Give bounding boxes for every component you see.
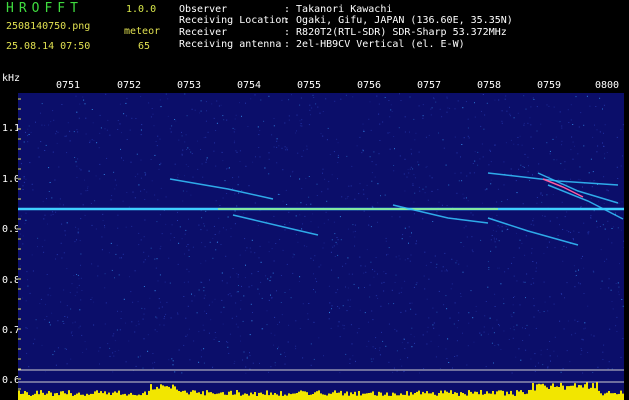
y-axis-unit: kHz <box>2 73 21 84</box>
app-version: 1.0.0 <box>126 4 157 15</box>
x-tick-label: 0759 <box>537 80 562 91</box>
receiver-value: : R820T2(RTL-SDR) SDR-Sharp 53.372MHz <box>284 27 507 38</box>
x-tick-label: 0753 <box>177 80 202 91</box>
x-tick-label: 0758 <box>477 80 502 91</box>
x-tick-label: 0754 <box>237 80 262 91</box>
signal-level-strip <box>18 382 624 400</box>
spectrogram-plot <box>18 93 624 400</box>
location-label: Receiving Location <box>179 15 288 26</box>
x-tick-label: 0752 <box>117 80 142 91</box>
receiver-label: Receiver <box>179 27 228 38</box>
y-axis-ticks <box>18 98 21 400</box>
detection-count: 65 <box>138 41 151 52</box>
x-tick-label: 0800 <box>595 80 620 91</box>
image-filename: 2508140750.png <box>6 21 91 32</box>
x-tick-label: 0757 <box>417 80 442 91</box>
x-tick-label: 0751 <box>56 80 81 91</box>
app-logo: HROFFT <box>6 1 83 16</box>
x-tick-label: 0756 <box>357 80 382 91</box>
spectrogram-canvas <box>18 93 624 400</box>
observer-label: Observer <box>179 4 228 15</box>
reference-lines <box>18 369 624 383</box>
antenna-value: : 2el-HB9CV Vertical (el. E-W) <box>284 39 465 50</box>
observation-datetime: 25.08.14 07:50 <box>6 41 91 52</box>
location-value: : Ogaki, Gifu, JAPAN (136.60E, 35.35N) <box>284 15 513 26</box>
noise-speckle <box>19 93 624 374</box>
antenna-label: Receiving antenna <box>179 39 282 50</box>
detection-type: meteor <box>124 26 161 37</box>
observer-value: : Takanori Kawachi <box>284 4 393 15</box>
x-tick-label: 0755 <box>297 80 322 91</box>
